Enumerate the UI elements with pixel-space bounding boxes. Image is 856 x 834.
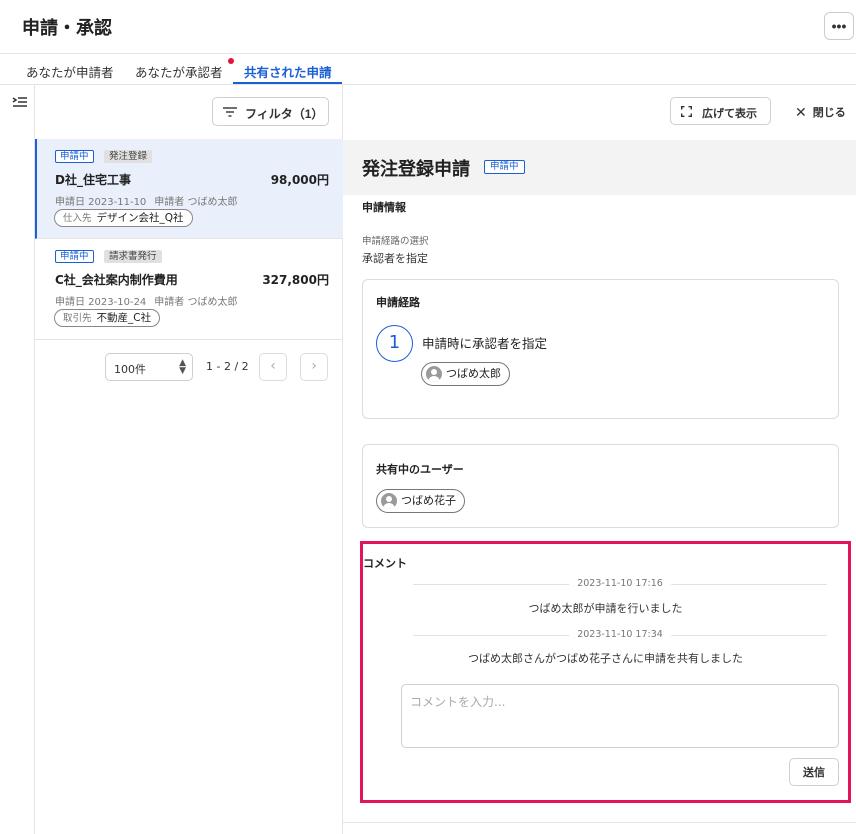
tab-as-approver[interactable]: あなたが承認者 (135, 62, 223, 81)
close-label: 閉じる (812, 106, 846, 119)
detail-toolbar: 広げて表示 ✕ 閉じる (343, 85, 856, 140)
event-timestamp: 2023-11-10 17:16 (569, 578, 671, 589)
status-badge: 申請中 (55, 150, 94, 163)
event-message: つばめ太郎が申請を行いました (528, 602, 683, 615)
per-page-select[interactable]: 100件 ▲ ▼ (105, 353, 193, 381)
filter-label: フィルタ（1） (245, 107, 324, 121)
expand-label: 広げて表示 (702, 108, 757, 120)
side-rail (0, 85, 35, 834)
detail-header: 発注登録申請 申請中 (343, 140, 856, 195)
step-description: 申請時に承認者を指定 (422, 336, 548, 351)
item-applicant: 申請者 つばめ太郎 (154, 197, 238, 208)
approver-name: つばめ太郎 (446, 367, 501, 380)
shared-users-heading: 共有中のユーザー (376, 463, 464, 476)
active-tab-indicator (233, 82, 342, 84)
item-amount: 327,800円 (262, 273, 329, 287)
vendor-chip: 取引先 不動産_C社 (54, 309, 161, 327)
vendor-name: 不動産_C社 (96, 312, 152, 324)
tab-as-applicant[interactable]: あなたが申請者 (26, 62, 114, 81)
comment-section: コメント 2023-11-10 17:16 つばめ太郎が申請を行いました 202… (360, 541, 851, 803)
timeline-divider: 2023-11-10 17:16 (413, 578, 827, 592)
application-info-heading: 申請情報 (362, 201, 406, 214)
select-arrows-icon: ▲ ▼ (179, 358, 186, 376)
filter-icon (223, 107, 237, 117)
comment-heading: コメント (363, 557, 407, 570)
vendor-label: 仕入先 (63, 213, 92, 224)
divider (343, 822, 856, 823)
pagination: 100件 ▲ ▼ 1 - 2 / 2 ‹ › (35, 353, 343, 383)
list-item[interactable]: 申請中 請求書発行 C社_会社案内制作費用 327,800円 申請日 2023-… (35, 240, 343, 340)
tab-bar: あなたが申請者 あなたが承認者 共有された申請 (0, 54, 856, 85)
user-avatar-icon (426, 366, 442, 382)
application-list-pane: フィルタ（1） 申請中 発注登録 D社_住宅工事 98,000円 申請日 202… (35, 85, 343, 834)
type-badge: 発注登録 (104, 150, 153, 163)
item-amount: 98,000円 (270, 173, 329, 187)
page-title: 申請・承認 (22, 18, 112, 39)
close-button[interactable]: ✕ 閉じる (795, 104, 846, 121)
item-meta: 申請日 2023-11-10 申請者 つばめ太郎 (55, 193, 245, 208)
item-meta: 申請日 2023-10-24 申請者 つばめ太郎 (55, 293, 245, 308)
list-item[interactable]: 申請中 発注登録 D社_住宅工事 98,000円 申請日 2023-11-10 申… (35, 139, 343, 239)
timeline-divider: 2023-11-10 17:34 (413, 629, 827, 643)
expand-icon (681, 106, 692, 117)
sidebar-toggle-icon[interactable] (12, 96, 28, 110)
detail-status-badge: 申請中 (484, 160, 525, 174)
shared-user-chip: つばめ花子 (376, 489, 465, 513)
step-number: 1 (376, 325, 413, 362)
detail-title: 発注登録申請 (362, 159, 470, 180)
type-badge: 請求書発行 (104, 250, 162, 263)
route-card-heading: 申請経路 (376, 296, 420, 309)
more-options-button[interactable]: ••• (824, 12, 854, 40)
item-date: 申請日 2023-10-24 (55, 297, 147, 308)
expand-view-button[interactable]: 広げて表示 (670, 97, 771, 125)
filter-button[interactable]: フィルタ（1） (212, 97, 329, 126)
close-icon: ✕ (795, 105, 807, 121)
tab-shared[interactable]: 共有された申請 (244, 62, 332, 81)
prev-page-button[interactable]: ‹ (259, 353, 287, 381)
next-page-button[interactable]: › (300, 353, 328, 381)
item-title: D社_住宅工事 (55, 173, 131, 187)
event-timestamp: 2023-11-10 17:34 (569, 629, 671, 640)
comment-input[interactable] (401, 684, 839, 748)
event-message: つばめ太郎さんがつばめ花子さんに申請を共有しました (468, 652, 743, 665)
vendor-chip: 仕入先 デザイン会社_Q社 (54, 209, 193, 227)
item-applicant: 申請者 つばめ太郎 (154, 297, 238, 308)
page-header: 申請・承認 ••• (0, 0, 856, 54)
shared-users-card: 共有中のユーザー つばめ花子 (362, 444, 839, 528)
vendor-label: 取引先 (63, 313, 92, 324)
item-title: C社_会社案内制作費用 (55, 273, 178, 287)
approver-chip: つばめ太郎 (421, 362, 510, 386)
per-page-value: 100件 (114, 363, 146, 376)
user-avatar-icon (381, 493, 397, 509)
vendor-name: デザイン会社_Q社 (96, 212, 184, 224)
shared-user-name: つばめ花子 (401, 494, 456, 507)
notification-dot (228, 58, 234, 64)
page-range: 1 - 2 / 2 (206, 360, 249, 373)
route-select-label: 申請経路の選択 (362, 236, 429, 247)
status-badge: 申請中 (55, 250, 94, 263)
item-date: 申請日 2023-11-10 (55, 197, 147, 208)
send-button[interactable]: 送信 (789, 758, 839, 786)
route-select-value: 承認者を指定 (362, 252, 428, 265)
approval-route-card: 申請経路 1 申請時に承認者を指定 つばめ太郎 (362, 279, 839, 419)
